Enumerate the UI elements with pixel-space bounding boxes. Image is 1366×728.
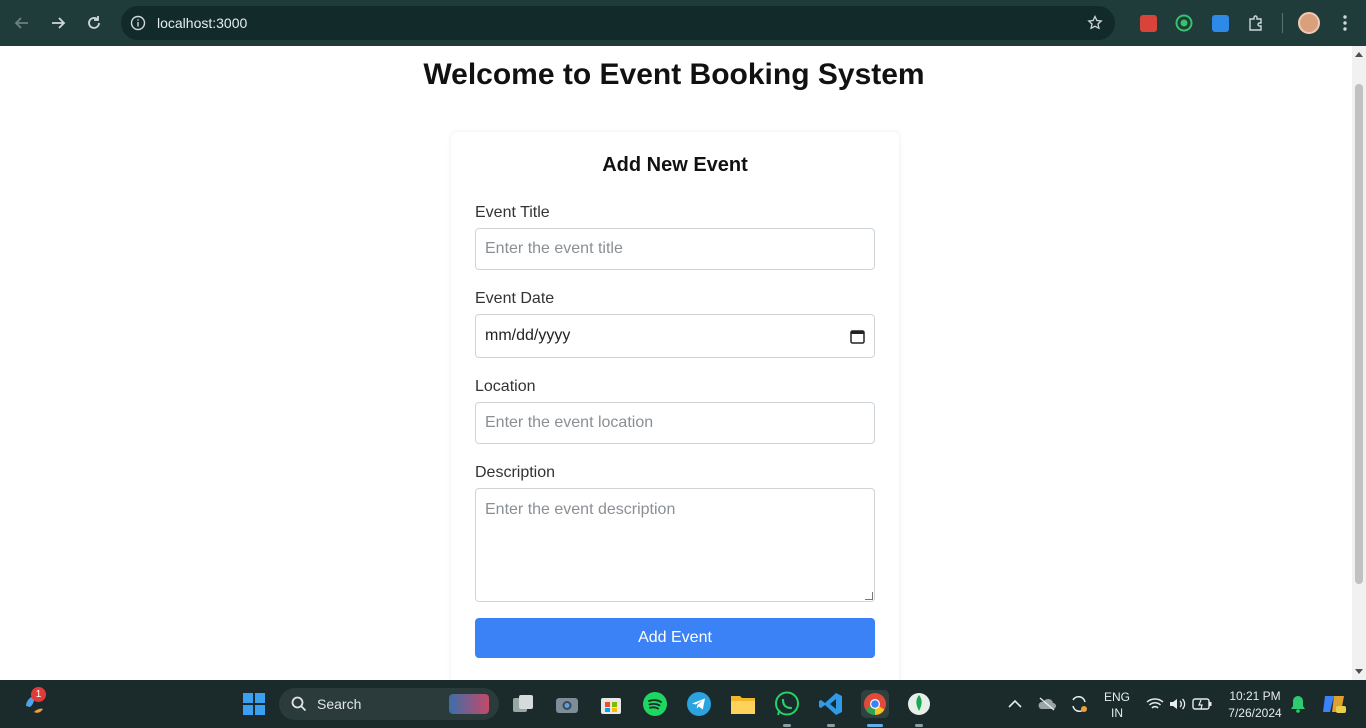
- add-event-form: Add New Event Event Title Event Date mm/…: [451, 132, 899, 680]
- back-button[interactable]: [4, 5, 40, 41]
- date-placeholder: mm/dd/yyyy: [485, 327, 571, 344]
- whatsapp-icon[interactable]: [773, 690, 801, 718]
- extension-target-icon[interactable]: [1166, 0, 1202, 46]
- clock[interactable]: 10:21 PM 7/26/2024: [1220, 689, 1290, 720]
- page-title: Welcome to Event Booking System: [423, 58, 925, 91]
- event-description-textarea[interactable]: [475, 488, 875, 602]
- location-label: Location: [475, 378, 536, 395]
- toolbar-divider: [1282, 13, 1283, 33]
- copilot-icon[interactable]: [1320, 690, 1348, 718]
- event-title-label: Event Title: [475, 204, 550, 221]
- url-text: localhost:3000: [157, 15, 248, 31]
- file-explorer-icon[interactable]: [729, 690, 757, 718]
- microsoft-store-icon[interactable]: [597, 690, 625, 718]
- extension-shield-icon[interactable]: [1202, 0, 1238, 46]
- extensions-area: [1130, 0, 1363, 46]
- chrome-icon[interactable]: [861, 690, 889, 718]
- camera-app-icon[interactable]: [553, 690, 581, 718]
- clock-time: 10:21 PM: [1229, 689, 1281, 703]
- page-scrollbar[interactable]: [1352, 46, 1366, 680]
- description-label: Description: [475, 464, 556, 481]
- calendar-icon[interactable]: [850, 329, 865, 344]
- profile-avatar[interactable]: [1291, 0, 1327, 46]
- search-icon: [291, 696, 307, 712]
- sync-icon[interactable]: [1065, 690, 1093, 718]
- arrow-right-icon: [52, 17, 66, 29]
- forward-button[interactable]: [40, 5, 76, 41]
- spotify-icon[interactable]: [641, 690, 669, 718]
- mongodb-running-indicator: [915, 724, 923, 727]
- clock-date: 7/26/2024: [1228, 706, 1282, 720]
- onedrive-off-icon[interactable]: [1033, 690, 1061, 718]
- browser-toolbar: localhost:3000: [0, 0, 1366, 46]
- start-windows-icon[interactable]: [240, 690, 268, 718]
- language-line2: IN: [1111, 706, 1123, 720]
- whatsapp-running-indicator: [783, 724, 791, 727]
- task-view-icon[interactable]: [509, 690, 537, 718]
- notification-badge: 1: [31, 687, 46, 702]
- add-event-button[interactable]: Add Event: [475, 618, 875, 658]
- language-indicator[interactable]: ENG IN: [1098, 690, 1136, 720]
- notification-bell-icon[interactable]: [1284, 690, 1312, 718]
- windows-taskbar: 1 Search ENG IN 10:21 PM 7/26/2024: [0, 680, 1366, 728]
- scroll-down-icon[interactable]: [1355, 669, 1363, 674]
- language-line1: ENG: [1103, 690, 1130, 704]
- tray-chevron-up-icon[interactable]: [1001, 690, 1029, 718]
- address-bar[interactable]: localhost:3000: [121, 6, 1115, 40]
- vscode-running-indicator: [827, 724, 835, 727]
- event-date-input[interactable]: mm/dd/yyyy: [475, 314, 875, 358]
- event-title-input[interactable]: [475, 228, 875, 270]
- chrome-active-indicator: [867, 724, 883, 727]
- extensions-puzzle-icon[interactable]: [1238, 0, 1274, 46]
- page-viewport: Welcome to Event Booking System Add New …: [0, 46, 1352, 680]
- scrollbar-thumb[interactable]: [1355, 84, 1363, 584]
- event-date-label: Event Date: [475, 290, 555, 307]
- battery-icon[interactable]: [1188, 690, 1216, 718]
- mongodb-compass-icon[interactable]: [905, 690, 933, 718]
- description-wrapper: [475, 488, 875, 602]
- reload-button[interactable]: [76, 5, 112, 41]
- arrow-left-icon: [14, 17, 28, 29]
- resize-handle-icon[interactable]: [865, 592, 873, 600]
- extension-red-icon[interactable]: [1130, 0, 1166, 46]
- vscode-icon[interactable]: [817, 690, 845, 718]
- search-highlight-icon: [449, 694, 489, 714]
- scroll-up-icon[interactable]: [1355, 52, 1363, 57]
- reload-icon: [88, 16, 100, 29]
- site-info-icon[interactable]: [121, 6, 155, 40]
- telegram-icon[interactable]: [685, 690, 713, 718]
- menu-kebab-icon[interactable]: [1327, 0, 1363, 46]
- event-location-input[interactable]: [475, 402, 875, 444]
- search-label: Search: [317, 696, 362, 712]
- bookmark-star-icon[interactable]: [1085, 13, 1105, 33]
- form-heading: Add New Event: [602, 154, 748, 176]
- taskbar-search[interactable]: Search: [279, 688, 499, 720]
